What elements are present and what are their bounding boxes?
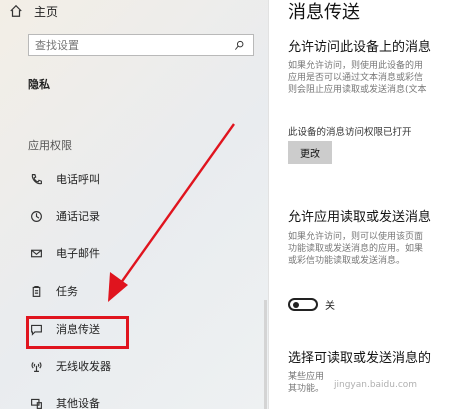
section-heading-device-access: 允许访问此设备上的消息 [288,40,432,55]
app-access-toggle[interactable] [288,298,318,311]
watermark: jingyan.baidu.com [334,380,418,390]
section-description: 如果允许访问，则可以使用该页面 功能读取或发送消息的应用。如果 或彩信功能读取或… [288,231,453,267]
section-description: 如果允许访问，则使用此设备的用 应用是否可以通过文本消息或彩信 则会阻止应用读取… [288,60,453,96]
toggle-knob [293,302,299,308]
description-line: 如果允许访问，则使用此设备的用 [288,61,424,71]
change-button[interactable]: 更改 [288,141,332,164]
access-status-text: 此设备的消息访问权限已打开 [288,127,412,138]
description-line: 应用是否可以通过文本消息或彩信 [288,73,424,83]
app-access-toggle-row: 关 [288,297,335,312]
section-heading-app-access: 允许应用读取或发送消息 [288,210,432,225]
section-heading-choose-apps: 选择可读取或发送消息的 [288,351,432,366]
description-line: 功能读取或发送消息的应用。如果 [288,244,424,254]
description-line: 则会阻止应用读取或发送消息(文本 [288,85,427,95]
toggle-state-label: 关 [325,301,335,312]
description-line: 或彩信功能读取或发送消息。 [288,256,406,266]
description-line: 如果允许访问，则可以使用该页面 [288,232,424,242]
main-content: 消息传送 允许访问此设备上的消息 如果允许访问，则使用此设备的用 应用是否可以通… [286,0,453,409]
page-title: 消息传送 [288,2,360,23]
